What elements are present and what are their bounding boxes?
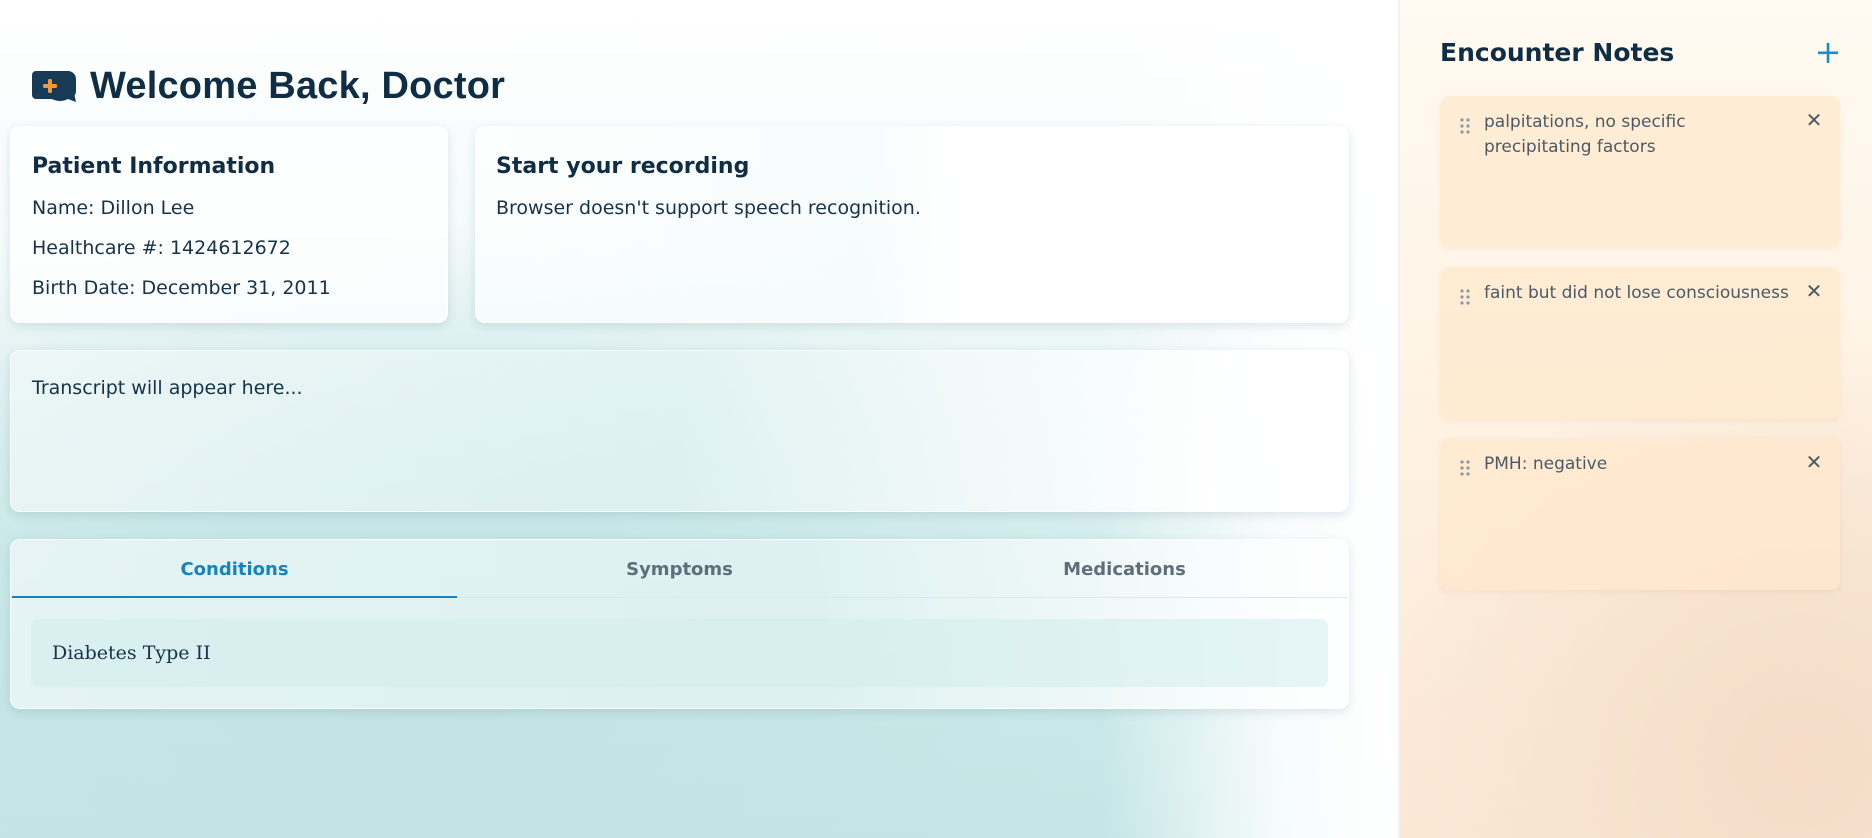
drag-handle-icon[interactable] xyxy=(1460,460,1470,476)
tab-symptoms[interactable]: Symptoms xyxy=(457,541,902,597)
page-title: Welcome Back, Doctor xyxy=(90,64,506,107)
note-card: PMH: negative ✕ xyxy=(1440,438,1840,590)
condition-item[interactable]: Diabetes Type II xyxy=(31,619,1328,687)
note-card: faint but did not lose consciousness ✕ xyxy=(1440,267,1840,419)
drag-handle-icon[interactable] xyxy=(1460,289,1470,305)
recording-title: Start your recording xyxy=(496,154,750,179)
patient-healthcare-number: Healthcare #: 1424612672 xyxy=(32,237,291,259)
plus-icon[interactable]: + xyxy=(1814,36,1842,68)
patient-info-card: Patient Information Name: Dillon Lee Hea… xyxy=(10,126,448,323)
notes-title: Encounter Notes xyxy=(1440,38,1675,67)
header: Welcome Back, Doctor xyxy=(30,58,505,114)
note-text[interactable]: palpitations, no specific precipitating … xyxy=(1484,110,1794,160)
note-text[interactable]: PMH: negative xyxy=(1484,452,1794,477)
patient-info-title: Patient Information xyxy=(32,154,276,179)
note-card: palpitations, no specific precipitating … xyxy=(1440,96,1840,248)
recording-status: Browser doesn't support speech recogniti… xyxy=(496,197,921,219)
transcript-placeholder: Transcript will appear here... xyxy=(32,377,303,399)
condition-label: Diabetes Type II xyxy=(52,642,211,664)
patient-birth-date: Birth Date: December 31, 2011 xyxy=(32,277,331,299)
chat-plus-icon xyxy=(30,69,78,103)
transcript-area[interactable]: Transcript will appear here... xyxy=(10,350,1349,512)
tab-conditions[interactable]: Conditions xyxy=(12,541,457,598)
patient-name: Name: Dillon Lee xyxy=(32,197,195,219)
close-icon[interactable]: ✕ xyxy=(1804,452,1824,472)
recording-card: Start your recording Browser doesn't sup… xyxy=(475,126,1349,323)
medical-tabs-card: Conditions Symptoms Medications Diabetes… xyxy=(10,539,1349,709)
drag-handle-icon[interactable] xyxy=(1460,118,1470,134)
encounter-notes-panel: Encounter Notes + palpitations, no speci… xyxy=(1400,0,1872,838)
tab-bar: Conditions Symptoms Medications xyxy=(12,541,1347,598)
note-text[interactable]: faint but did not lose consciousness xyxy=(1484,281,1794,306)
close-icon[interactable]: ✕ xyxy=(1804,110,1824,130)
tab-medications[interactable]: Medications xyxy=(902,541,1347,597)
close-icon[interactable]: ✕ xyxy=(1804,281,1824,301)
